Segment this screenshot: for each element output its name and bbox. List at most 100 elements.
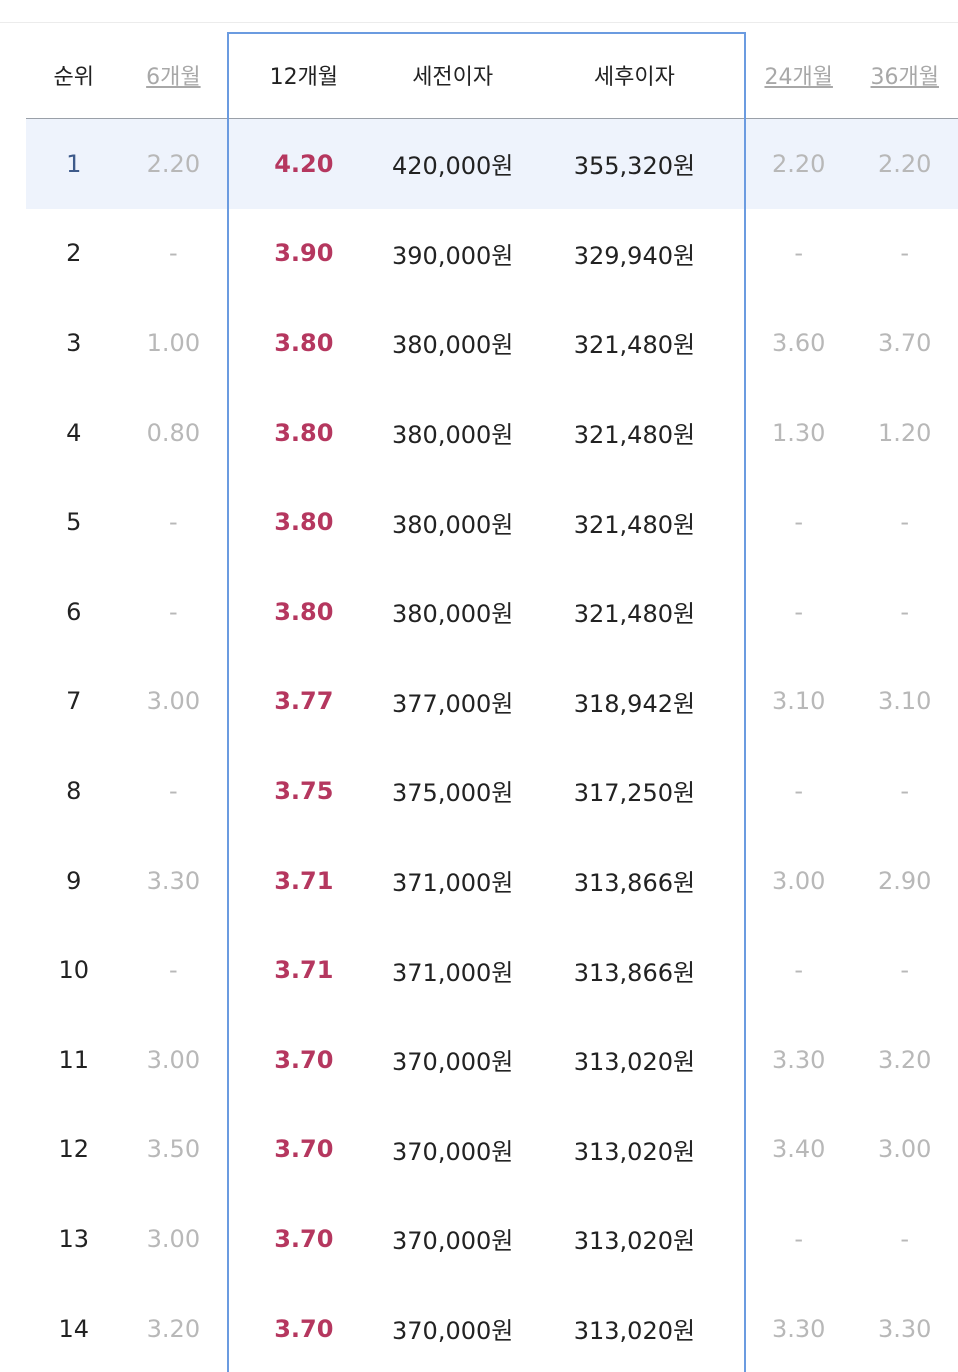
post-tax-interest-cell: 321,480원 [573,331,696,360]
rate-12-month-cell: 3.70 [274,1314,334,1343]
pre-tax-interest-cell: 380,000원 [392,510,514,539]
rate-12-month-cell: 3.71 [274,866,334,895]
table-row[interactable]: 4 0.80 3.80 380,000원 321,480원 1.30 1.20 [26,388,958,478]
rate-24-month-cell: - [794,239,804,268]
rate-36-month-cell: - [900,239,910,268]
deposit-rate-table: 순위 6개월 12개월 세전이자 세후이자 24개월 36개월 1 2.20 4.2… [26,32,958,1372]
rank-cell: 10 [58,956,90,985]
rate-6-month-cell: - [169,776,178,805]
table-row[interactable]: 10 - 3.71 371,000원 313,866원 - - [26,925,958,1015]
table-row[interactable]: 12 3.50 3.70 370,000원 313,020원 3.40 3.00 [26,1105,958,1195]
rank-cell: 12 [58,1135,90,1164]
header-36-month-link[interactable]: 36개월 [851,59,958,91]
pre-tax-interest-cell: 380,000원 [392,600,514,629]
rate-36-month-cell: 2.20 [878,149,932,178]
post-tax-interest-cell: 313,866원 [573,869,696,898]
rate-6-month-cell: 1.00 [146,328,201,357]
rate-6-month-cell: 0.80 [146,418,201,447]
header-post-tax-interest: 세후이자 [593,65,675,90]
pre-tax-interest-cell: 371,000원 [392,958,514,987]
table-row[interactable]: 14 3.20 3.70 370,000원 313,020원 3.30 3.30 [26,1284,958,1372]
pre-tax-interest-cell: 420,000원 [392,152,514,181]
header-6-month-link[interactable]: 6개월 [122,59,226,91]
table-row[interactable]: 6 - 3.80 380,000원 321,480원 - - [26,567,958,657]
rank-cell: 2 [66,239,82,268]
rate-24-month-cell: 1.30 [771,418,826,447]
rate-6-month-cell: - [169,597,178,626]
rate-24-month-cell: 3.30 [771,1314,826,1343]
rate-12-month-cell: 3.70 [274,1135,334,1164]
rate-6-month-cell: - [169,239,178,268]
rate-24-month-cell: - [794,508,804,537]
rate-6-month-cell: - [169,956,178,985]
rate-36-month-cell: 1.20 [878,418,932,447]
rate-6-month-cell: 2.20 [146,149,201,178]
rank-cell: 4 [66,418,82,447]
top-divider [0,22,958,23]
rank-cell: 6 [66,597,82,626]
rate-6-month-cell: 3.50 [146,1135,201,1164]
post-tax-interest-cell: 321,480원 [573,421,696,450]
table-row[interactable]: 1 2.20 4.20 420,000원 355,320원 2.20 2.20 [26,119,958,209]
post-tax-interest-cell: 318,942원 [573,689,696,718]
rank-cell: 11 [58,1045,90,1074]
post-tax-interest-cell: 313,020원 [573,1227,696,1256]
table-row[interactable]: 11 3.00 3.70 370,000원 313,020원 3.30 3.20 [26,1015,958,1105]
rank-cell: 3 [66,328,82,357]
rate-24-month-cell: 2.20 [771,149,826,178]
rate-12-month-cell: 4.20 [274,149,334,178]
table-row[interactable]: 9 3.30 3.71 371,000원 313,866원 3.00 2.90 [26,836,958,926]
rate-6-month-cell: 3.00 [146,687,201,716]
rank-cell: 9 [66,866,82,895]
rate-24-month-cell: - [794,776,804,805]
pre-tax-interest-cell: 370,000원 [392,1227,514,1256]
rank-cell: 1 [66,149,82,178]
table-row[interactable]: 5 - 3.80 380,000원 321,480원 - - [26,477,958,567]
rate-12-month-cell: 3.80 [274,597,334,626]
header-rank: 순위 [53,65,95,90]
rate-36-month-cell: - [900,956,910,985]
table-row[interactable]: 3 1.00 3.80 380,000원 321,480원 3.60 3.70 [26,298,958,388]
rate-6-month-cell: 3.00 [146,1045,201,1074]
rate-6-month-cell: - [169,508,178,537]
rate-6-month-cell: 3.30 [146,866,201,895]
rate-12-month-cell: 3.80 [274,328,334,357]
rate-12-month-cell: 3.80 [274,418,334,447]
post-tax-interest-cell: 313,866원 [573,958,696,987]
rate-12-month-cell: 3.77 [274,687,334,716]
table-row[interactable]: 7 3.00 3.77 377,000원 318,942원 3.10 3.10 [26,657,958,747]
pre-tax-interest-cell: 380,000원 [392,421,514,450]
pre-tax-interest-cell: 375,000원 [392,779,514,808]
rank-cell: 5 [66,508,82,537]
table-row[interactable]: 2 - 3.90 390,000원 329,940원 - - [26,209,958,299]
rate-24-month-cell: - [794,597,804,626]
rate-12-month-cell: 3.90 [274,239,334,268]
table-row[interactable]: 13 3.00 3.70 370,000원 313,020원 - - [26,1194,958,1284]
rate-12-month-cell: 3.75 [274,776,334,805]
table-header-row: 순위 6개월 12개월 세전이자 세후이자 24개월 36개월 [26,32,958,119]
rate-12-month-cell: 3.80 [274,508,334,537]
post-tax-interest-cell: 329,940원 [573,241,696,270]
pre-tax-interest-cell: 371,000원 [392,869,514,898]
rate-36-month-cell: 2.90 [878,866,932,895]
table-row[interactable]: 8 - 3.75 375,000원 317,250원 - - [26,746,958,836]
rate-36-month-cell: 3.20 [878,1045,932,1074]
post-tax-interest-cell: 321,480원 [573,600,696,629]
post-tax-interest-cell: 313,020원 [573,1317,696,1346]
rate-36-month-cell: - [900,1224,910,1253]
pre-tax-interest-cell: 390,000원 [392,241,514,270]
pre-tax-interest-cell: 377,000원 [392,689,514,718]
pre-tax-interest-cell: 370,000원 [392,1137,514,1166]
rate-36-month-cell: - [900,508,910,537]
post-tax-interest-cell: 313,020원 [573,1048,696,1077]
rate-36-month-cell: 3.10 [878,687,932,716]
post-tax-interest-cell: 317,250원 [573,779,696,808]
post-tax-interest-cell: 313,020원 [573,1137,696,1166]
rate-12-month-cell: 3.70 [274,1045,334,1074]
header-24-month-link[interactable]: 24개월 [746,59,852,91]
rate-6-month-cell: 3.00 [146,1224,201,1253]
rate-24-month-cell: - [794,956,804,985]
rank-cell: 8 [66,776,82,805]
table-body: 1 2.20 4.20 420,000원 355,320원 2.20 2.20 2 - 3.90 3… [26,119,958,1372]
rate-24-month-cell: - [794,1224,804,1253]
